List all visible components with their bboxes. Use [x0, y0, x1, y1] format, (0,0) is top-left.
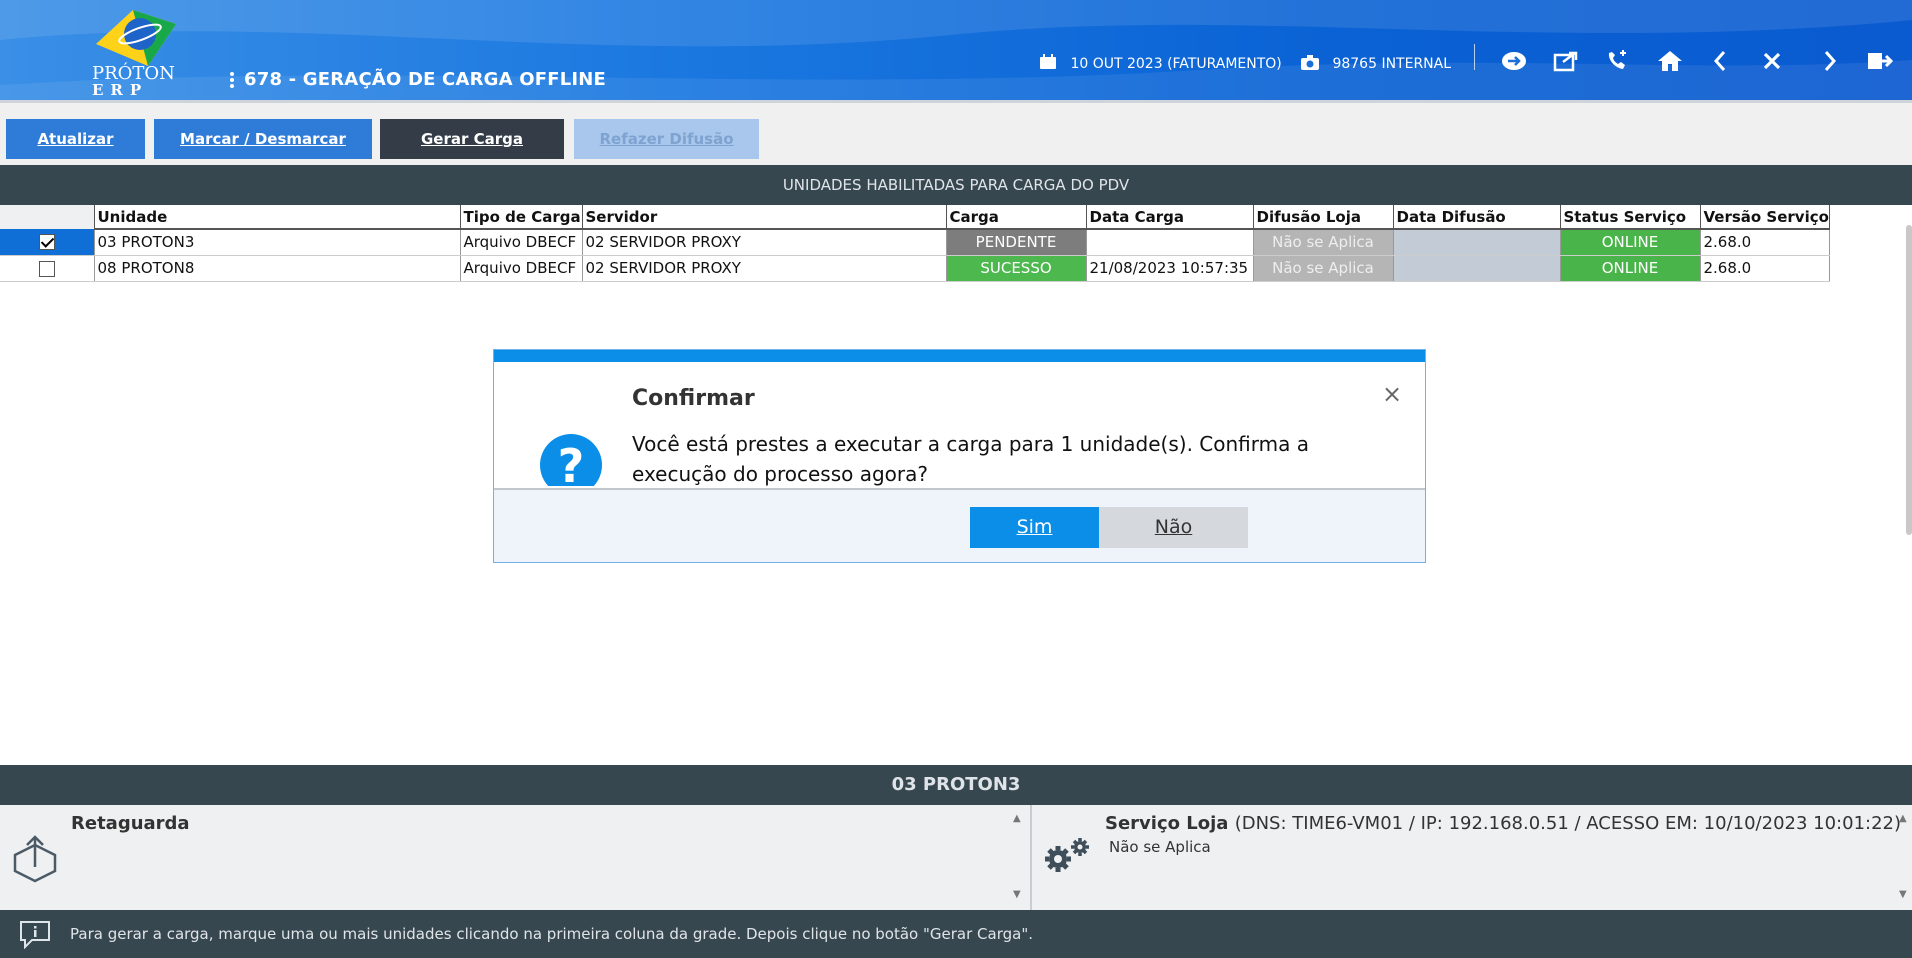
cell-unidade[interactable]: 08 PROTON8 — [94, 255, 461, 282]
dialog-title: Confirmar — [632, 386, 755, 411]
calendar-icon — [1040, 54, 1056, 69]
cell-tipo[interactable]: Arquivo DBECF — [460, 255, 583, 282]
cell-versao-servico[interactable]: 2.68.0 — [1700, 229, 1830, 256]
question-icon: ? — [540, 434, 606, 486]
status-message: Para gerar a carga, marque uma ou mais u… — [70, 925, 1033, 943]
column-header-unidade[interactable]: Unidade — [94, 205, 461, 230]
dialog-accent-bar — [494, 350, 1425, 362]
column-header-data-difusao[interactable]: Data Difusão — [1393, 205, 1561, 230]
column-header-servidor[interactable]: Servidor — [582, 205, 947, 230]
column-header-difusao-loja[interactable]: Difusão Loja — [1253, 205, 1394, 230]
header-separator — [1474, 44, 1475, 70]
servico-loja-scrollbar[interactable]: ▲ ▼ — [1898, 813, 1910, 901]
column-header-carga[interactable]: Carga — [946, 205, 1087, 230]
no-button[interactable]: Não — [1099, 507, 1248, 548]
row-checkbox[interactable] — [38, 260, 55, 277]
status-bar: Para gerar a carga, marque uma ou mais u… — [0, 910, 1912, 958]
servico-loja-title: Serviço Loja (DNS: TIME6-VM01 / IP: 192.… — [1105, 813, 1902, 834]
toolbar: Atualizar Marcar / Desmarcar Todos Gerar… — [0, 100, 1912, 188]
cell-status-servico[interactable]: ONLINE — [1560, 229, 1701, 256]
logout-icon[interactable] — [1866, 48, 1894, 74]
refazer-difusao-button: Refazer Difusão — [574, 119, 759, 159]
servico-loja-panel: Serviço Loja (DNS: TIME6-VM01 / IP: 192.… — [1032, 805, 1912, 910]
row-select-cell[interactable] — [0, 229, 95, 256]
kebab-menu-icon[interactable] — [230, 70, 234, 90]
grid-scrollbar[interactable] — [1906, 225, 1912, 535]
retaguarda-panel: Retaguarda ▲ ▼ — [0, 805, 1030, 910]
cell-servidor[interactable]: 02 SERVIDOR PROXY — [582, 255, 947, 282]
column-header-tipo[interactable]: Tipo de Carga — [460, 205, 583, 230]
retaguarda-title: Retaguarda — [71, 813, 190, 834]
user-info: 98765 INTERNAL — [1300, 54, 1451, 70]
logo-text: PRÓTON ERP — [92, 63, 175, 99]
cell-difusao-loja[interactable]: Não se Aplica — [1253, 229, 1394, 256]
grid-title: UNIDADES HABILITADAS PARA CARGA DO PDV — [0, 165, 1912, 205]
close-icon[interactable] — [1758, 48, 1786, 74]
cell-data-difusao[interactable] — [1393, 229, 1561, 256]
retaguarda-scrollbar[interactable]: ▲ ▼ — [1012, 813, 1024, 901]
share-icon[interactable] — [1552, 48, 1580, 74]
cell-versao-servico[interactable]: 2.68.0 — [1700, 255, 1830, 282]
app-header: PRÓTON ERP 678 - GERAÇÃO DE CARGA OFFLIN… — [0, 0, 1912, 100]
units-grid: Unidade Tipo de Carga Servidor Carga Dat… — [0, 205, 1830, 282]
column-header-status-servico[interactable]: Status Serviço — [1560, 205, 1701, 230]
marcar-desmarcar-button[interactable]: Marcar / Desmarcar Todos — [154, 119, 372, 188]
home-icon[interactable] — [1656, 48, 1684, 74]
cell-difusao-loja[interactable]: Não se Aplica — [1253, 255, 1394, 282]
login-icon[interactable] — [1500, 48, 1528, 74]
cell-unidade[interactable]: 03 PROTON3 — [94, 229, 461, 256]
cell-carga-status[interactable]: PENDENTE — [946, 229, 1087, 256]
back-icon[interactable] — [1706, 48, 1734, 74]
detail-title: 03 PROTON3 — [0, 765, 1912, 805]
table-row[interactable]: 03 PROTON3 Arquivo DBECF 02 SERVIDOR PRO… — [0, 229, 1830, 256]
column-header-data-carga[interactable]: Data Carga — [1086, 205, 1254, 230]
servico-loja-status: Não se Aplica — [1109, 838, 1211, 856]
forward-icon[interactable] — [1816, 48, 1844, 74]
date-info: 10 OUT 2023 (FATURAMENTO) — [1038, 54, 1282, 70]
column-header-select[interactable] — [0, 205, 95, 229]
dialog-footer: Sim Não — [494, 488, 1425, 562]
dialog-close-icon[interactable]: × — [1382, 380, 1402, 408]
cell-tipo[interactable]: Arquivo DBECF — [460, 229, 583, 256]
column-header-versao-servico[interactable]: Versão Serviço — [1700, 205, 1830, 230]
info-message-icon — [20, 921, 50, 949]
yes-button[interactable]: Sim — [970, 507, 1099, 548]
table-row[interactable]: 08 PROTON8 Arquivo DBECF 02 SERVIDOR PRO… — [0, 255, 1830, 282]
gears-icon — [1045, 838, 1089, 872]
cell-data-carga[interactable] — [1086, 229, 1254, 256]
cell-data-difusao[interactable] — [1393, 255, 1561, 282]
camera-icon — [1301, 55, 1319, 70]
row-select-cell[interactable] — [0, 255, 95, 282]
row-checkbox[interactable] — [38, 234, 55, 251]
phone-icon[interactable] — [1603, 48, 1631, 74]
cell-servidor[interactable]: 02 SERVIDOR PROXY — [582, 229, 947, 256]
confirm-dialog: Confirmar × ? Você está prestes a execut… — [493, 349, 1426, 563]
gerar-carga-button[interactable]: Gerar Carga — [380, 119, 564, 159]
upload-box-icon — [13, 835, 57, 883]
dialog-message: Você está prestes a executar a carga par… — [632, 432, 1309, 486]
screen-title: 678 - GERAÇÃO DE CARGA OFFLINE — [230, 69, 606, 90]
cell-status-servico[interactable]: ONLINE — [1560, 255, 1701, 282]
atualizar-button[interactable]: Atualizar — [6, 119, 145, 159]
cell-data-carga[interactable]: 21/08/2023 10:57:35 — [1086, 255, 1254, 282]
cell-carga-status[interactable]: SUCESSO — [946, 255, 1087, 282]
grid-header-row: Unidade Tipo de Carga Servidor Carga Dat… — [0, 205, 1830, 230]
